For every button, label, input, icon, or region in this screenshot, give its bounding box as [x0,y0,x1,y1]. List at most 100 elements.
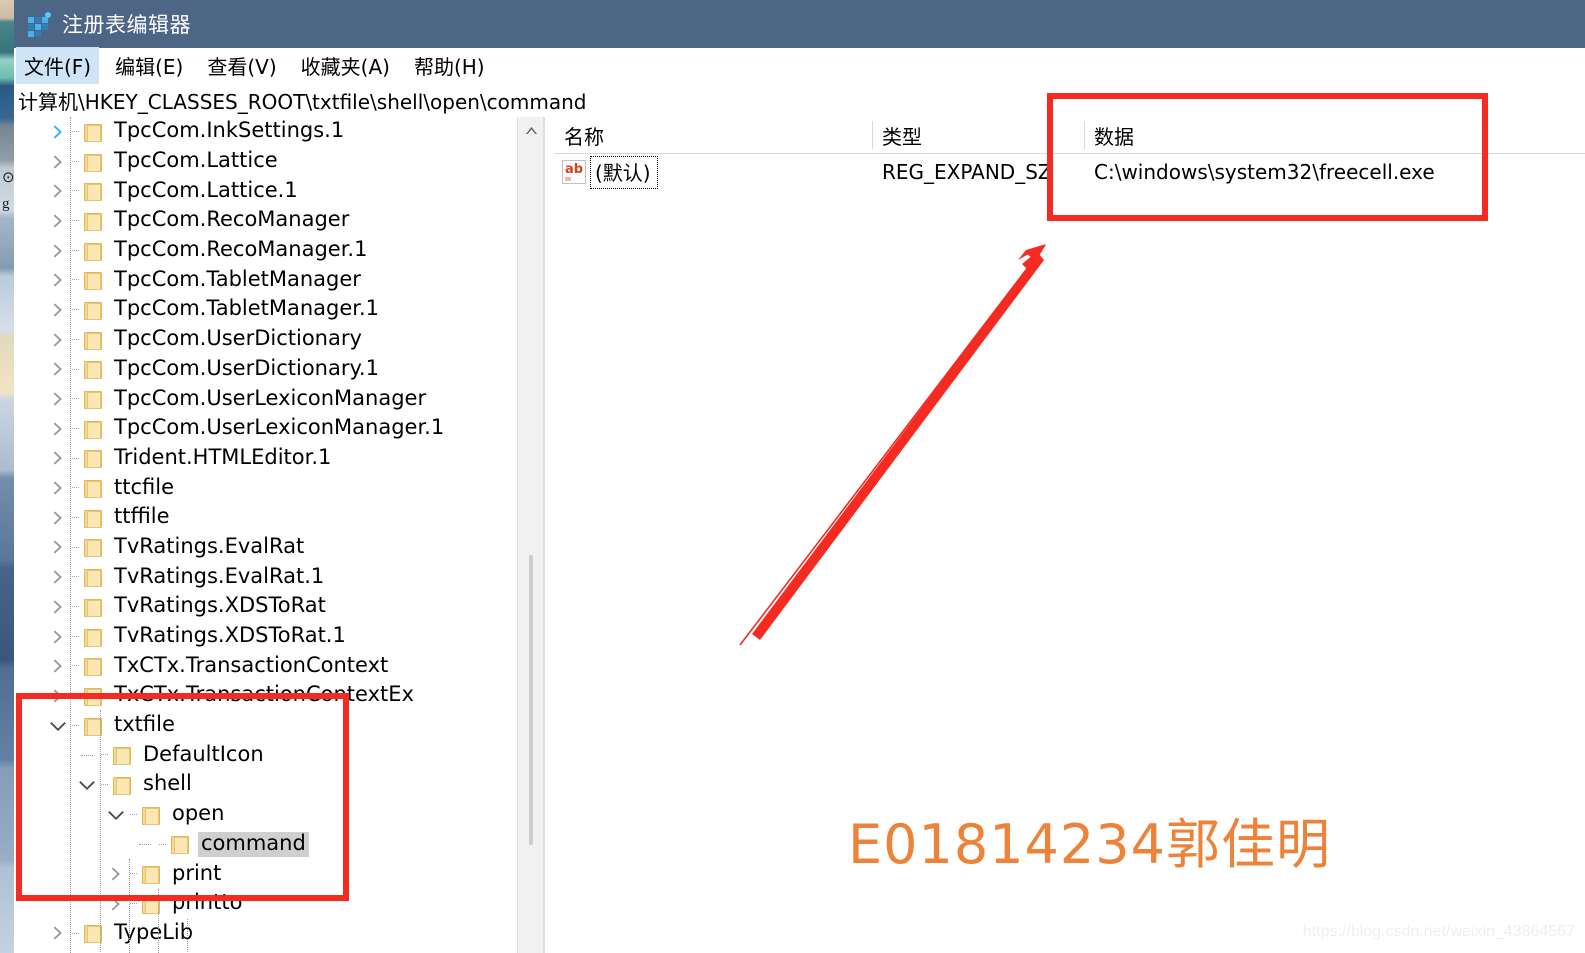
address-bar[interactable]: 计算机\HKEY_CLASSES_ROOT\txtfile\shell\open… [14,84,1585,118]
column-header-type[interactable]: 类型 [872,117,1094,153]
tree-item-tpccom-tabletmanager-1[interactable]: TpcCom.TabletManager.1 [14,295,544,325]
chevron-right-icon[interactable] [46,562,70,592]
chevron-right-icon[interactable] [46,473,70,503]
tree-item-label: TpcCom.Lattice.1 [114,177,298,202]
folder-icon [82,151,104,173]
tree-item-label: DefaultIcon [143,741,264,766]
tree-item-tpccom-lattice-1[interactable]: TpcCom.Lattice.1 [14,176,544,206]
registry-editor-icon [28,12,51,37]
tree-item-label: TpcCom.RecoManager.1 [114,237,368,262]
chevron-right-icon[interactable] [46,206,70,236]
tree-item-print[interactable]: print [14,859,544,889]
chevron-right-icon[interactable] [46,651,70,681]
column-header-name[interactable]: 名称 [554,117,882,153]
signature-annotation: E01814234郭佳明 [848,813,1331,876]
chevron-right-icon[interactable] [46,384,70,414]
tree-connector[interactable] [75,740,99,770]
scroll-thumb[interactable] [529,555,533,845]
tree-item-ttffile[interactable]: ttffile [14,503,544,533]
tree-item-printto[interactable]: printto [14,889,544,919]
folder-icon [82,626,104,648]
chevron-right-icon[interactable] [46,414,70,444]
chevron-right-icon[interactable] [46,295,70,325]
ab-string-value-icon: ab [562,160,586,184]
cell-data[interactable]: C:\windows\system32\freecell.exe [1084,153,1585,191]
menu-view[interactable]: 查看(V) [199,47,284,85]
folder-icon [82,329,104,351]
tree-item-tvratings-evalrat[interactable]: TvRatings.EvalRat [14,533,544,563]
cell-name[interactable]: ab (默认) [554,153,880,191]
chevron-right-icon[interactable] [104,889,128,919]
tree-connector[interactable] [133,830,157,860]
list-column-headers[interactable]: 名称 类型 数据 [554,117,1585,154]
folder-icon [140,863,162,885]
tree-item-label: TpcCom.RecoManager [114,207,350,232]
chevron-right-icon[interactable] [46,444,70,474]
folder-icon [82,180,104,202]
tree-item-label: ttffile [114,504,170,529]
chevron-right-icon[interactable] [46,325,70,355]
chevron-right-icon[interactable] [46,503,70,533]
tree-item-tpccom-recomanager-1[interactable]: TpcCom.RecoManager.1 [14,236,544,266]
tree-item-label: TpcCom.UserLexiconManager [114,385,427,410]
tree-item-ttcfile[interactable]: ttcfile [14,473,544,503]
tree-item-txtfile[interactable]: txtfile [14,711,544,741]
chevron-right-icon[interactable] [46,147,70,177]
column-header-data[interactable]: 数据 [1084,117,1585,153]
tree-item-open[interactable]: open [14,800,544,830]
tree-item-tpccom-userdictionary[interactable]: TpcCom.UserDictionary [14,325,544,355]
registry-path-text[interactable]: 计算机\HKEY_CLASSES_ROOT\txtfile\shell\open… [14,86,587,115]
tree-item-tpccom-recomanager[interactable]: TpcCom.RecoManager [14,206,544,236]
chevron-right-icon[interactable] [46,265,70,295]
table-row[interactable]: ab (默认) REG_EXPAND_SZ C:\windows\system32\f… [554,153,1585,191]
registry-values-list[interactable]: ab (默认) REG_EXPAND_SZ C:\windows\system32\f… [554,153,1585,191]
cell-type[interactable]: REG_EXPAND_SZ [872,153,1094,191]
tree-item-tpccom-userlexiconmanager-1[interactable]: TpcCom.UserLexiconManager.1 [14,414,544,444]
tree-item-trident-htmleditor-1[interactable]: Trident.HTMLEditor.1 [14,444,544,474]
tree-connector-dot [157,830,169,860]
chevron-down-icon[interactable] [104,800,128,830]
tree-item-txctx-transactioncontext[interactable]: TxCTx.TransactionContext [14,651,544,681]
menu-file[interactable]: 文件(F) [16,47,100,85]
pane-divider[interactable] [543,117,545,953]
tree-item-tpccom-userlexiconmanager[interactable]: TpcCom.UserLexiconManager [14,384,544,414]
chevron-right-icon[interactable] [46,236,70,266]
chevron-right-icon[interactable] [104,859,128,889]
chevron-down-icon[interactable] [75,770,99,800]
tree-item-command[interactable]: command [14,830,544,860]
content-area: TpcCom.InkSettings.1 TpcCom.Lattice TpcCom… [14,117,1585,953]
menu-favorites[interactable]: 收藏夹(A) [293,47,398,85]
menu-help[interactable]: 帮助(H) [406,47,493,85]
folder-icon [169,833,191,855]
tree-item-tvratings-xdstorat-1[interactable]: TvRatings.XDSToRat.1 [14,622,544,652]
registry-tree-pane[interactable]: TpcCom.InkSettings.1 TpcCom.Lattice TpcCom… [14,117,544,953]
menu-edit[interactable]: 编辑(E) [107,47,191,85]
chevron-down-icon[interactable] [46,711,70,741]
chevron-right-icon[interactable] [46,919,70,949]
tree-vertical-scrollbar[interactable] [517,117,544,953]
registry-tree[interactable]: TpcCom.InkSettings.1 TpcCom.Lattice TpcCom… [14,117,544,948]
scroll-up-arrow-icon[interactable] [518,117,544,143]
tree-item-label: print [172,860,222,885]
chevron-right-icon[interactable] [46,622,70,652]
chevron-right-icon[interactable] [46,176,70,206]
tree-item-defaulticon[interactable]: DefaultIcon [14,740,544,770]
chevron-right-icon[interactable] [46,533,70,563]
chevron-right-icon[interactable] [46,592,70,622]
chevron-right-icon[interactable] [46,355,70,385]
tree-item-typelib[interactable]: TypeLib [14,919,544,949]
folder-icon [82,388,104,410]
folder-icon [82,358,104,380]
tree-item-tvratings-xdstorat[interactable]: TvRatings.XDSToRat [14,592,544,622]
tree-item-tvratings-evalrat-1[interactable]: TvRatings.EvalRat.1 [14,562,544,592]
tree-item-tpccom-tabletmanager[interactable]: TpcCom.TabletManager [14,265,544,295]
tree-item-tpccom-userdictionary-1[interactable]: TpcCom.UserDictionary.1 [14,355,544,385]
tree-item-tpccom-lattice[interactable]: TpcCom.Lattice [14,147,544,177]
chevron-right-icon[interactable] [46,681,70,711]
tree-item-shell[interactable]: shell [14,770,544,800]
menu-bar[interactable]: 文件(F) 编辑(E) 查看(V) 收藏夹(A) 帮助(H) [14,47,1585,85]
tree-item-txctx-transactioncontextex[interactable]: TxCTx.TransactionContextEx [14,681,544,711]
tree-item-label: open [172,801,225,826]
chevron-right-icon[interactable] [46,117,70,147]
tree-item-tpccom-inksettings-1[interactable]: TpcCom.InkSettings.1 [14,117,544,147]
